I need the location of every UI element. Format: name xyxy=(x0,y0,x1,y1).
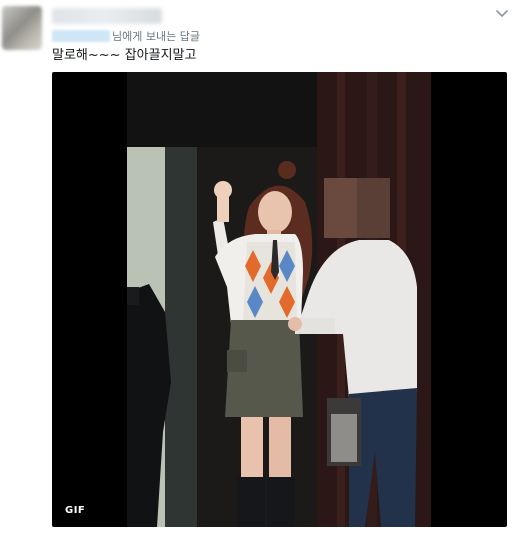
tweet: 님에게 보내는 답글 말로해~~~ 잡아끌지말고 GIF xyxy=(0,0,517,539)
blurred-reply-handle[interactable] xyxy=(52,30,110,42)
media-gif[interactable]: GIF xyxy=(52,72,507,527)
blurred-author-name[interactable] xyxy=(52,8,162,24)
avatar[interactable] xyxy=(2,6,42,50)
tweet-text: 말로해~~~ 잡아끌지말고 xyxy=(52,48,197,63)
reply-context-label: 님에게 보내는 답글 xyxy=(112,30,200,43)
chevron-down-icon[interactable] xyxy=(496,10,508,18)
reply-context: 님에게 보내는 답글 xyxy=(52,28,200,44)
gif-badge: GIF xyxy=(65,505,86,516)
gif-frame xyxy=(127,72,431,527)
